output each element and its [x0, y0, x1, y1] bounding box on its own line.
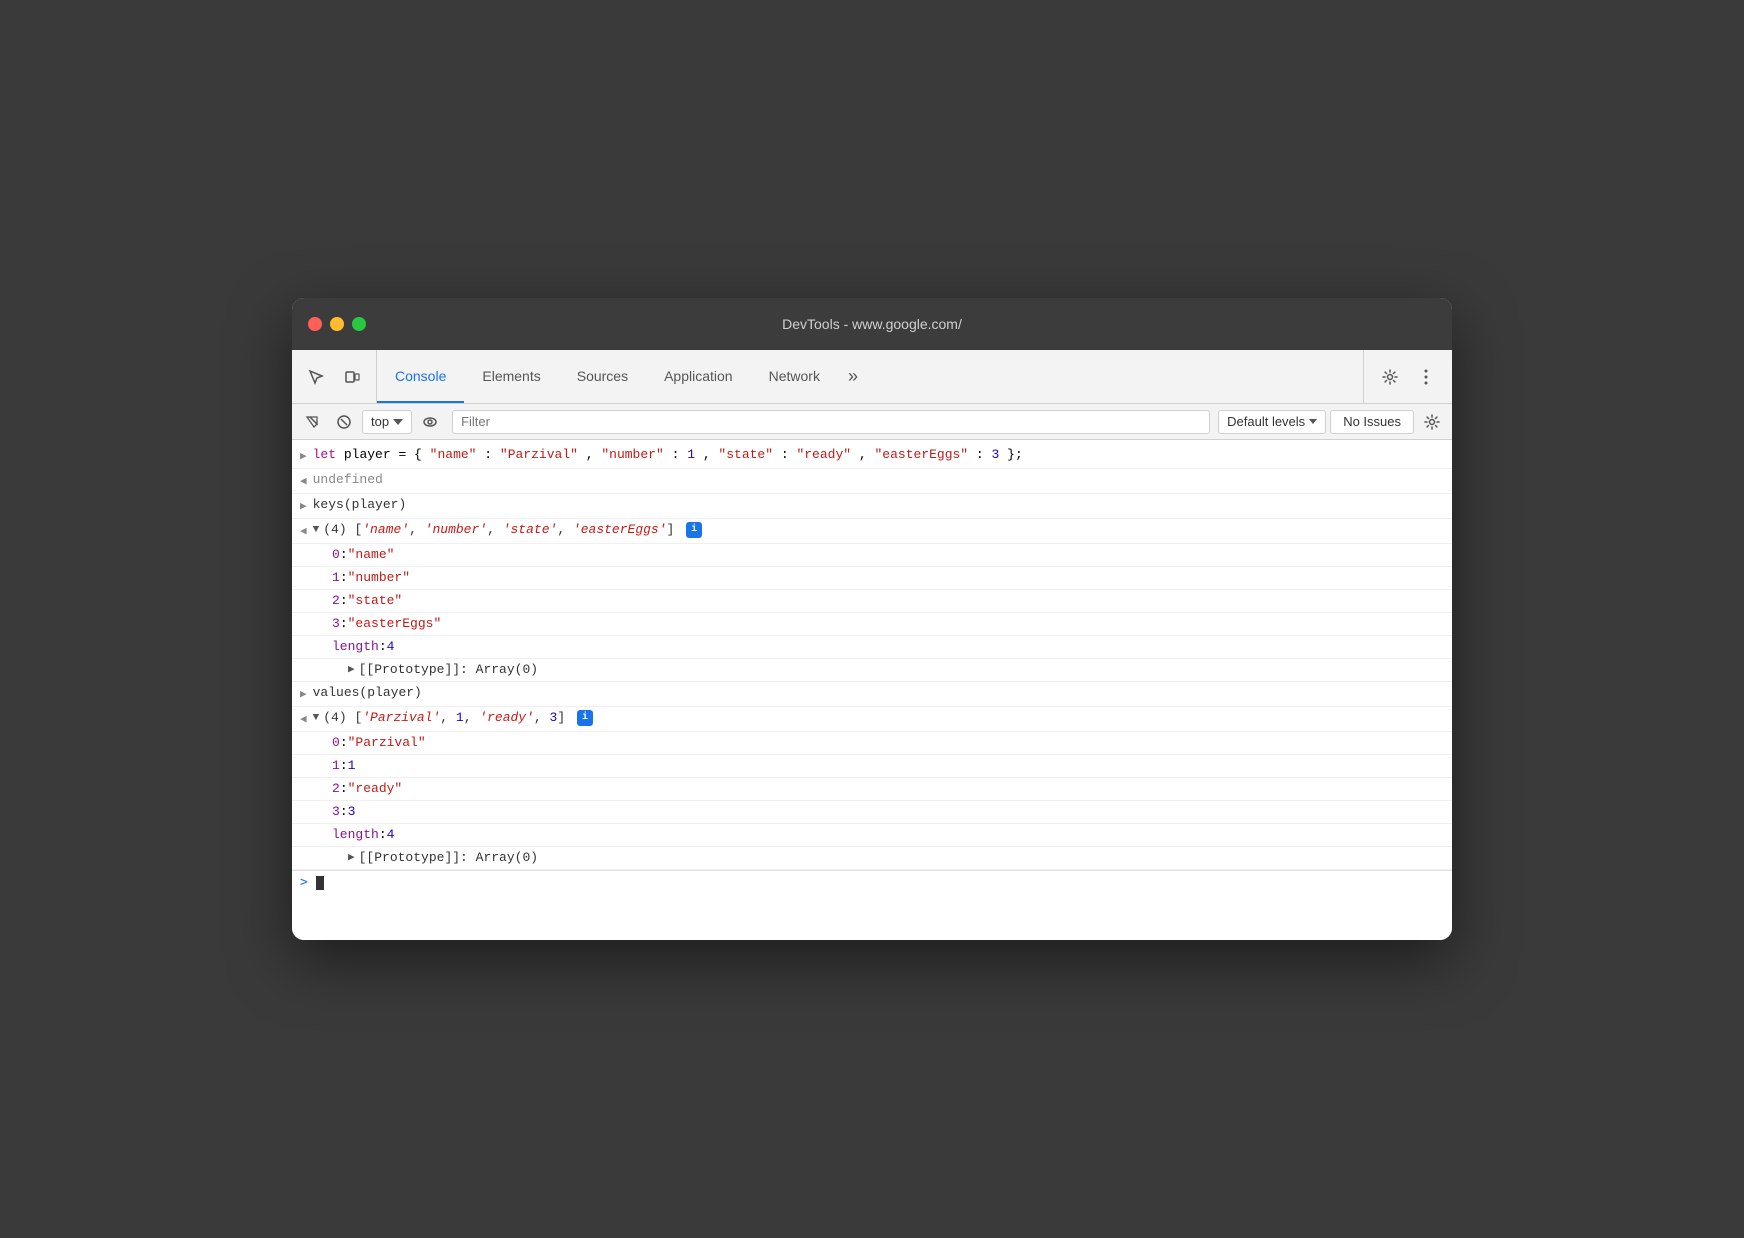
- input-arrow[interactable]: ▶: [300, 448, 307, 466]
- tab-network[interactable]: Network: [751, 350, 838, 403]
- expand-proto-keys[interactable]: ▶: [348, 661, 355, 679]
- tab-console[interactable]: Console: [377, 350, 464, 403]
- context-value: top: [371, 414, 389, 429]
- more-options-button[interactable]: [1410, 361, 1442, 393]
- no-issues-button[interactable]: No Issues: [1330, 410, 1414, 434]
- output-arrow-keys: ◀: [300, 523, 307, 541]
- output-arrow: ◀: [300, 473, 307, 491]
- array-length-values: length : 4: [292, 824, 1452, 847]
- prototype-keys[interactable]: ▶ [[Prototype]]: Array(0): [292, 659, 1452, 682]
- keyword-let: let: [313, 447, 336, 462]
- tab-bar: Console Elements Sources Application Net…: [377, 350, 1363, 403]
- array-length-keys: length : 4: [292, 636, 1452, 659]
- maximize-button[interactable]: [352, 317, 366, 331]
- tab-elements[interactable]: Elements: [464, 350, 558, 403]
- toolbar-actions: [1363, 350, 1452, 403]
- clear-console-button[interactable]: [298, 408, 326, 436]
- console-output: ▶ let player = { "name" : "Parzival" , "…: [292, 440, 1452, 940]
- log-line-keys: ▶ keys(player): [292, 494, 1452, 519]
- console-cursor: [316, 876, 324, 890]
- titlebar: DevTools - www.google.com/: [292, 298, 1452, 350]
- info-badge-values[interactable]: i: [577, 710, 593, 726]
- toolbar-icon-group: [292, 350, 377, 403]
- array-item-3-values: 3 : 3: [292, 801, 1452, 824]
- main-toolbar: Console Elements Sources Application Net…: [292, 350, 1452, 404]
- expand-array-keys[interactable]: ▼: [313, 521, 320, 539]
- tab-application[interactable]: Application: [646, 350, 751, 403]
- prototype-values[interactable]: ▶ [[Prototype]]: Array(0): [292, 847, 1452, 870]
- log-line-values-result-header: ◀ ▼ (4) ['Parzival', 1, 'ready', 3] i: [292, 707, 1452, 732]
- console-toolbar: top Default levels No Issues: [292, 404, 1452, 440]
- array-item-2-keys: 2 : "state": [292, 590, 1452, 613]
- info-badge-keys[interactable]: i: [686, 522, 702, 538]
- array-item-3-keys: 3 : "easterEggs": [292, 613, 1452, 636]
- array-item-1-values: 1 : 1: [292, 755, 1452, 778]
- settings-button[interactable]: [1374, 361, 1406, 393]
- input-arrow-values[interactable]: ▶: [300, 686, 307, 704]
- default-levels-button[interactable]: Default levels: [1218, 410, 1326, 434]
- more-tabs-button[interactable]: »: [838, 350, 868, 403]
- traffic-lights: [308, 317, 366, 331]
- tab-sources[interactable]: Sources: [559, 350, 646, 403]
- minimize-button[interactable]: [330, 317, 344, 331]
- array-item-0-keys: 0 : "name": [292, 544, 1452, 567]
- close-button[interactable]: [308, 317, 322, 331]
- device-toolbar-button[interactable]: [336, 361, 368, 393]
- eye-icon-button[interactable]: [416, 408, 444, 436]
- context-selector[interactable]: top: [362, 410, 412, 434]
- console-settings-button[interactable]: [1418, 408, 1446, 436]
- console-input-line[interactable]: >: [292, 870, 1452, 894]
- log-line-values: ▶ values(player): [292, 682, 1452, 707]
- array-item-2-values: 2 : "ready": [292, 778, 1452, 801]
- log-line-undefined: ◀ undefined: [292, 469, 1452, 494]
- array-item-1-keys: 1 : "number": [292, 567, 1452, 590]
- expand-array-values[interactable]: ▼: [313, 709, 320, 727]
- output-arrow-values: ◀: [300, 711, 307, 729]
- input-arrow-keys[interactable]: ▶: [300, 498, 307, 516]
- log-line-let-player: ▶ let player = { "name" : "Parzival" , "…: [292, 444, 1452, 469]
- window-title: DevTools - www.google.com/: [782, 316, 962, 332]
- inspect-element-button[interactable]: [300, 361, 332, 393]
- output-undefined: undefined: [313, 471, 1444, 489]
- log-line-keys-result-header: ◀ ▼ (4) ['name', 'number', 'state', 'eas…: [292, 519, 1452, 544]
- filter-input[interactable]: [452, 410, 1210, 434]
- console-prompt: >: [300, 875, 308, 890]
- devtools-window: DevTools - www.google.com/ Console Eleme…: [292, 298, 1452, 940]
- stop-recording-button[interactable]: [330, 408, 358, 436]
- array-item-0-values: 0 : "Parzival": [292, 732, 1452, 755]
- expand-proto-values[interactable]: ▶: [348, 849, 355, 867]
